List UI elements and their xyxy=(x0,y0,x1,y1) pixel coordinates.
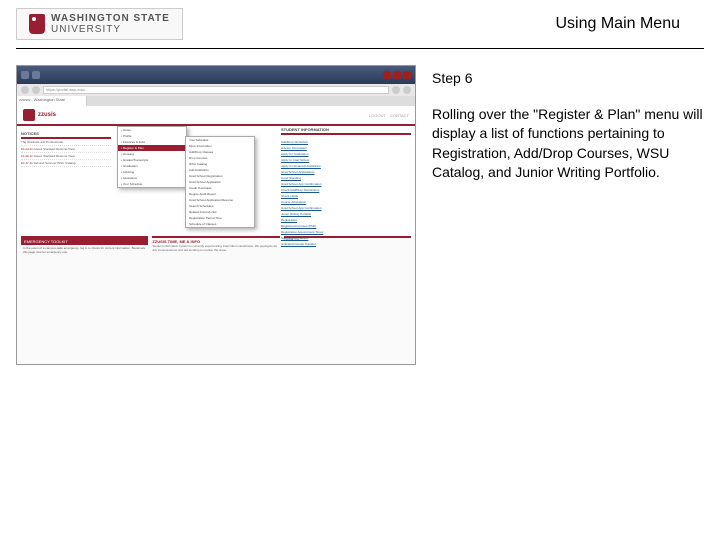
browser-titlebar xyxy=(17,66,415,84)
window-button-icon xyxy=(32,71,40,79)
url-field: https://portal.wsu.edu/... xyxy=(43,86,389,94)
notices-header: NOTICES xyxy=(21,130,111,139)
submenu-item: Schedule of Classes xyxy=(186,221,254,227)
step-label: Step 6 xyxy=(432,69,704,89)
tab-strip: zzusis - Washington State xyxy=(17,96,415,106)
student-info-column: STUDENT INFORMATION Add/Drop WorkshopAdv… xyxy=(281,126,411,247)
close-icon xyxy=(403,71,411,79)
back-icon xyxy=(21,86,29,94)
emergency-header: EMERGENCY TOOLKIT xyxy=(21,238,148,245)
reload-icon xyxy=(392,86,400,94)
app-header: zzusis LOGOUT CONTACT xyxy=(17,106,415,126)
step-body: Rolling over the "Register & Plan" menu … xyxy=(432,105,704,183)
forward-icon xyxy=(32,86,40,94)
logout-link: LOGOUT xyxy=(369,113,386,118)
home-icon xyxy=(403,86,411,94)
emergency-panel: EMERGENCY TOOLKIT In the event of a camp… xyxy=(21,236,148,257)
notice-item: 10-17-11 Fall and Summer WSU Catalog... xyxy=(21,160,111,167)
address-bar: https://portal.wsu.edu/... xyxy=(17,84,415,96)
notice-item: 10-20-11 Issues Standard Resume View xyxy=(21,153,111,160)
app-body: NOTICES The Graduate and Professional...… xyxy=(17,126,415,236)
register-plan-submenu: Your ScheduleMore InformationAdd/Drop Cl… xyxy=(185,136,255,228)
minimize-icon xyxy=(383,71,391,79)
notice-item: The Graduate and Professional... xyxy=(21,139,111,146)
embedded-screenshot: https://portal.wsu.edu/... zzusis - Wash… xyxy=(16,65,416,365)
shield-icon xyxy=(29,14,45,34)
main-menu-dropdown: • Home• Profile• Finances & Jobs• Regist… xyxy=(117,126,187,188)
emergency-body: In the event of a campus-wide emergency,… xyxy=(21,245,148,257)
notices-column: NOTICES The Graduate and Professional...… xyxy=(21,130,111,232)
student-info-link: Unlimited Course Transfer xyxy=(281,241,411,247)
page-header: WASHINGTON STATE UNIVERSITY Using Main M… xyxy=(0,0,720,40)
wsu-logo: WASHINGTON STATE UNIVERSITY xyxy=(16,8,183,40)
content-row: https://portal.wsu.edu/... zzusis - Wash… xyxy=(0,49,720,381)
notice-item: 10-24-11 Issues Standard Resume View xyxy=(21,146,111,153)
logo-text: WASHINGTON STATE UNIVERSITY xyxy=(51,13,170,35)
contact-link: CONTACT xyxy=(390,113,409,118)
top-links: LOGOUT CONTACT xyxy=(369,113,409,118)
app-name: zzusis xyxy=(38,112,56,118)
menu-item: • Your Schedule xyxy=(118,181,186,187)
page-title: Using Main Menu xyxy=(556,15,705,33)
info-panel: ZZUSIS TIME, ME & INFO Student informati… xyxy=(152,236,279,257)
instructions-column: Step 6 Rolling over the "Register & Plan… xyxy=(432,65,704,365)
student-info-header: STUDENT INFORMATION xyxy=(281,126,411,135)
maximize-icon xyxy=(393,71,401,79)
window-button-icon xyxy=(21,71,29,79)
info-panel-body: Student information system is currently … xyxy=(152,245,279,253)
app-logo-icon xyxy=(23,109,35,121)
browser-tab: zzusis - Washington State xyxy=(17,96,87,106)
